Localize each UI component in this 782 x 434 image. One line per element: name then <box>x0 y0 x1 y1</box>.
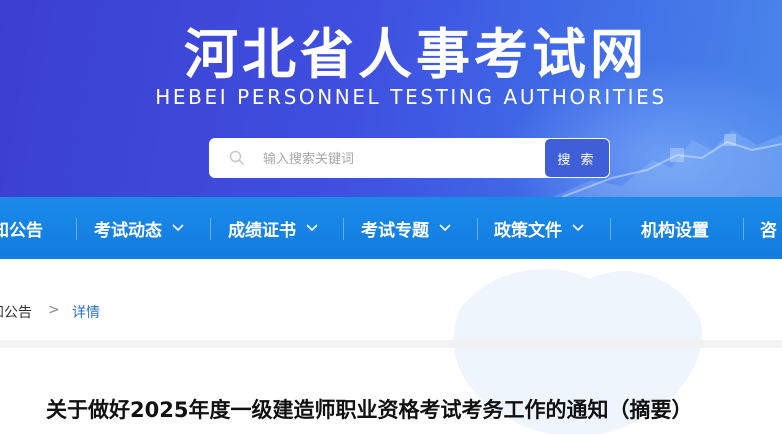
main-nav: 知公告 考试动态 成绩证书 考试专题 政策文件 机构设置 咨 <box>0 197 782 259</box>
nav-divider <box>210 218 211 240</box>
nav-item-label: 机构设置 <box>641 220 709 241</box>
nav-item-exam-topics[interactable]: 考试专题 <box>361 197 451 259</box>
nav-divider <box>743 218 744 240</box>
chevron-down-icon <box>439 224 451 232</box>
nav-divider <box>343 218 344 240</box>
article-title: 关于做好2025年度一级建造师职业资格考试考务工作的通知（摘要） <box>46 398 693 422</box>
search-box: 搜 索 <box>209 138 610 180</box>
section-divider <box>0 340 782 348</box>
nav-item-label: 考试动态 <box>94 220 162 241</box>
search-button[interactable]: 搜 索 <box>545 139 609 177</box>
nav-item-label: 知公告 <box>0 220 43 241</box>
nav-item-scores-certificates[interactable]: 成绩证书 <box>228 197 318 259</box>
site-subtitle: HEBEI PERSONNEL TESTING AUTHORITIES <box>155 85 667 109</box>
nav-item-organization[interactable]: 机构设置 <box>641 197 709 259</box>
chevron-down-icon <box>306 224 318 232</box>
nav-divider <box>76 218 77 240</box>
nav-item-label: 成绩证书 <box>228 220 296 241</box>
search-input[interactable] <box>261 138 545 180</box>
nav-item-label: 考试专题 <box>361 220 429 241</box>
nav-item-notices[interactable]: 知公告 <box>0 197 43 259</box>
nav-divider <box>477 218 478 240</box>
chevron-down-icon <box>172 224 184 232</box>
nav-item-label: 咨 <box>760 220 777 241</box>
breadcrumb-separator: > <box>48 302 60 318</box>
site-title: 河北省人事考试网 <box>184 23 648 86</box>
nav-item-exam-news[interactable]: 考试动态 <box>94 197 184 259</box>
nav-divider <box>610 218 611 240</box>
site-header: 河北省人事考试网 HEBEI PERSONNEL TESTING AUTHORI… <box>0 0 782 197</box>
nav-item-label: 政策文件 <box>494 220 562 241</box>
search-icon <box>229 150 245 166</box>
breadcrumb-current: 详情 <box>72 305 100 321</box>
breadcrumb-parent-link[interactable]: 知公告 <box>0 302 32 322</box>
nav-item-consult[interactable]: 咨 <box>760 197 777 259</box>
nav-item-policy-documents[interactable]: 政策文件 <box>494 197 584 259</box>
chevron-down-icon <box>572 224 584 232</box>
